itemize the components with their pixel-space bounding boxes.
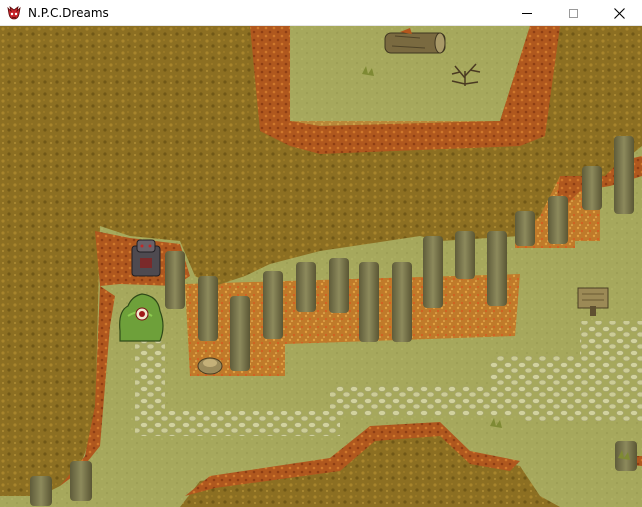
stump-icon — [197, 357, 223, 375]
title-bar[interactable]: N.P.C.Dreams — [0, 0, 642, 26]
close-icon — [613, 7, 625, 19]
close-button[interactable] — [596, 0, 642, 26]
maximize-icon — [568, 8, 578, 18]
window-title: N.P.C.Dreams — [28, 6, 109, 20]
minimize-icon — [522, 12, 532, 14]
forest-map — [0, 26, 642, 507]
game-viewport[interactable] — [0, 26, 642, 507]
minimize-button[interactable] — [504, 0, 550, 26]
red-goblin-face-icon — [7, 6, 21, 20]
maximize-button[interactable] — [550, 0, 596, 26]
